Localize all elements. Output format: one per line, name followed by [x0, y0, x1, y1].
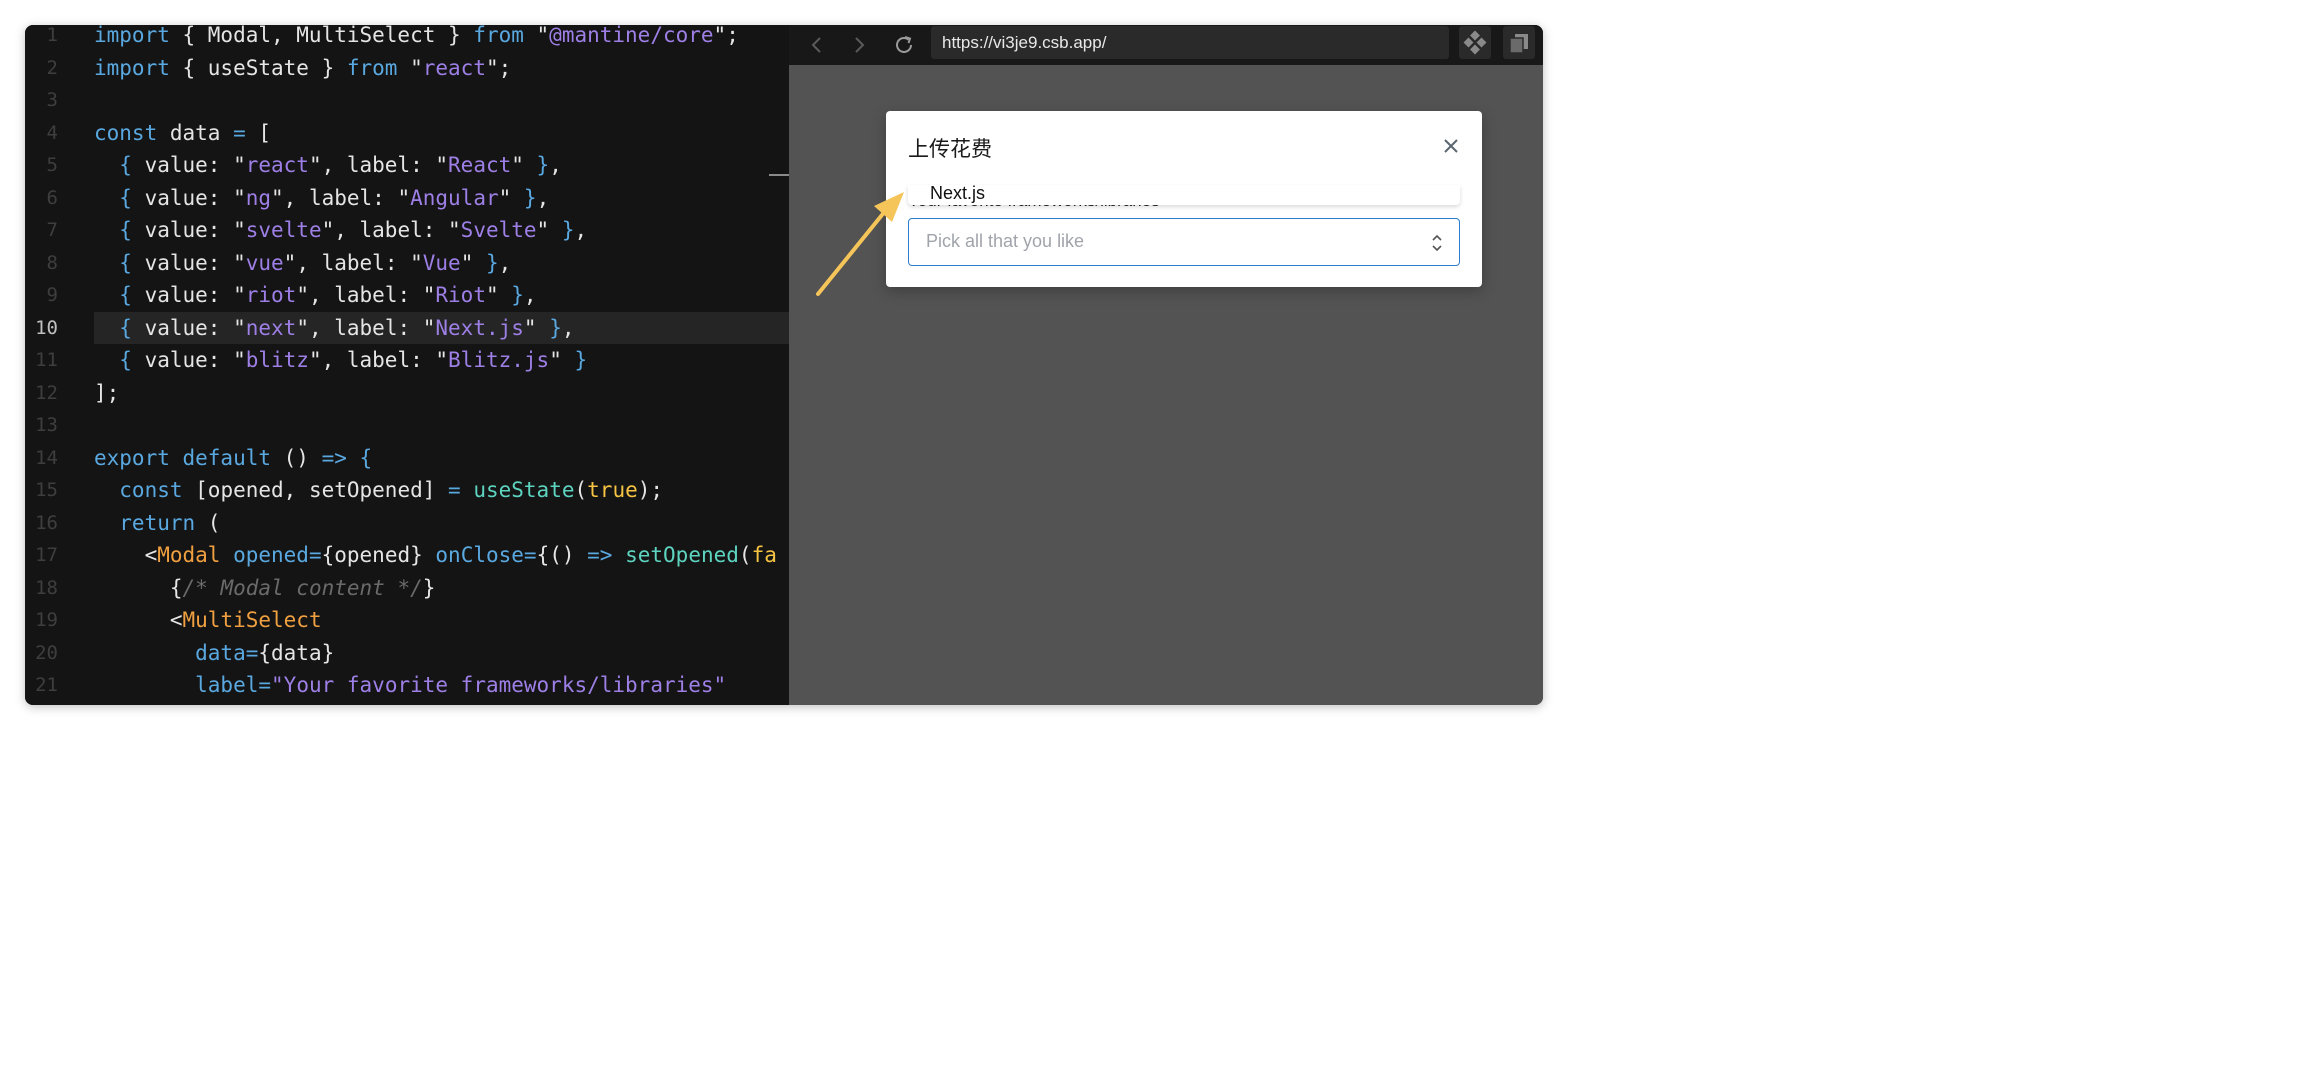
code-text: const [opened, setOpened] = useState(tru…: [94, 478, 664, 502]
codesandbox-button[interactable]: [1459, 26, 1491, 59]
line-number: 17: [35, 544, 58, 566]
app-window: 1 import { Modal, MultiSelect } from "@ma…: [25, 25, 1543, 705]
line-number: 12: [35, 381, 58, 404]
browser-preview: https://vi3je9.csb.app/ 上传花费 Your favori…: [789, 25, 1543, 705]
line-number: 15: [35, 479, 58, 501]
browser-toolbar: https://vi3je9.csb.app/: [789, 25, 1543, 65]
forward-button[interactable]: [845, 31, 873, 59]
code-text: <Modal opened={opened} onClose={() => se…: [94, 543, 777, 567]
code-text: import { Modal, MultiSelect } from "@man…: [94, 25, 739, 47]
selector-chevron-icon: [1432, 234, 1442, 252]
reload-icon: [896, 36, 912, 53]
line-number: 20: [35, 641, 58, 664]
line-number: 3: [46, 89, 58, 111]
code-editor[interactable]: 1 import { Modal, MultiSelect } from "@ma…: [25, 25, 789, 705]
code-text: { value: "react", label: "React" },: [94, 153, 562, 177]
code-line[interactable]: 3: [25, 84, 789, 117]
code-text: export default () => {: [94, 445, 373, 470]
code-line[interactable]: 17 <Modal opened={opened} onClose={() =>…: [25, 539, 789, 572]
code-line[interactable]: 6 { value: "ng", label: "Angular" },: [25, 182, 789, 215]
code-text: { value: "riot", label: "Riot" },: [94, 283, 537, 307]
code-line[interactable]: 13: [25, 409, 789, 442]
code-text: <MultiSelect: [94, 608, 322, 632]
code-text: import { useState } from "react";: [94, 55, 512, 80]
line-number: 13: [35, 414, 58, 436]
multiselect-placeholder: Pick all that you like: [926, 231, 1085, 251]
code-line[interactable]: 10 { value: "next", label: "Next.js" },: [25, 311, 789, 345]
modal-title: 上传花费: [908, 137, 992, 161]
code-text: label="Your favorite frameworks/librarie…: [94, 673, 727, 697]
line-number: 21: [35, 674, 58, 696]
code-line[interactable]: 9 { value: "riot", label: "Riot" },: [25, 279, 789, 312]
code-line[interactable]: 16 return (: [25, 507, 789, 540]
url-bar[interactable]: https://vi3je9.csb.app/: [931, 26, 1449, 59]
code-line[interactable]: 19 <MultiSelect: [25, 604, 789, 637]
code-line[interactable]: 4 const data = [: [25, 117, 789, 150]
codesandbox-icon: [1463, 30, 1487, 55]
code-line[interactable]: 2 import { useState } from "react";: [25, 52, 789, 85]
chevron-left-icon: [811, 37, 821, 53]
line-number: 18: [35, 576, 58, 599]
line-number: 2: [46, 56, 58, 79]
line-number: 14: [35, 446, 58, 469]
multiselect-dropdown: Next.js: [908, 183, 1460, 205]
line-number: 11: [35, 349, 58, 371]
code-text: { value: "next", label: "Next.js" },: [94, 315, 575, 340]
line-number: 9: [46, 284, 58, 306]
line-number: 10: [35, 316, 58, 339]
modal-dialog: 上传花费 Your favorite frameworks/libraries …: [886, 111, 1482, 287]
multiselect-input[interactable]: Pick all that you like: [908, 218, 1460, 266]
back-button[interactable]: [803, 31, 831, 59]
line-number: 5: [46, 154, 58, 176]
code-line[interactable]: 20 data={data}: [25, 637, 789, 670]
code-line[interactable]: 21 label="Your favorite frameworks/libra…: [25, 669, 789, 702]
line-number: 8: [46, 251, 58, 274]
line-number: 1: [46, 25, 58, 46]
close-icon: [1444, 139, 1458, 153]
open-new-window-button[interactable]: [1503, 26, 1535, 59]
code-text: data={data}: [94, 640, 335, 665]
code-line[interactable]: 11 { value: "blitz", label: "Blitz.js" }: [25, 344, 789, 377]
code-text: return (: [94, 510, 221, 535]
code-text: { value: "ng", label: "Angular" },: [94, 185, 550, 210]
code-line[interactable]: 7 { value: "svelte", label: "Svelte" },: [25, 214, 789, 247]
line-number: 6: [46, 186, 58, 209]
code-line[interactable]: 8 { value: "vue", label: "Vue" },: [25, 247, 789, 280]
modal-close-button[interactable]: [1440, 135, 1462, 157]
line-number: 4: [46, 121, 58, 144]
code-line[interactable]: 15 const [opened, setOpened] = useState(…: [25, 474, 789, 507]
code-text: { value: "vue", label: "Vue" },: [94, 250, 512, 275]
code-line[interactable]: 18 {/* Modal content */}: [25, 572, 789, 605]
line-number: 16: [35, 511, 58, 534]
code-line[interactable]: 14 export default () => {: [25, 442, 789, 475]
code-text: { value: "blitz", label: "Blitz.js" }: [94, 348, 588, 372]
code-text: ];: [94, 380, 120, 405]
chevron-right-icon: [855, 37, 865, 53]
editor-scroll-marker: [769, 174, 789, 176]
line-number: 19: [35, 609, 58, 631]
code-text: { value: "svelte", label: "Svelte" },: [94, 218, 588, 242]
line-number: 7: [46, 219, 58, 241]
code-text: const data = [: [94, 120, 272, 145]
code-text: {/* Modal content */}: [94, 575, 436, 600]
open-new-window-icon: [1509, 34, 1528, 54]
code-line[interactable]: 12];: [25, 377, 789, 410]
code-line[interactable]: 1 import { Modal, MultiSelect } from "@ma…: [25, 25, 789, 52]
reload-button[interactable]: [890, 31, 918, 59]
code-line[interactable]: 5 { value: "react", label: "React" },: [25, 149, 789, 182]
dropdown-option-next[interactable]: Next.js: [930, 183, 985, 204]
